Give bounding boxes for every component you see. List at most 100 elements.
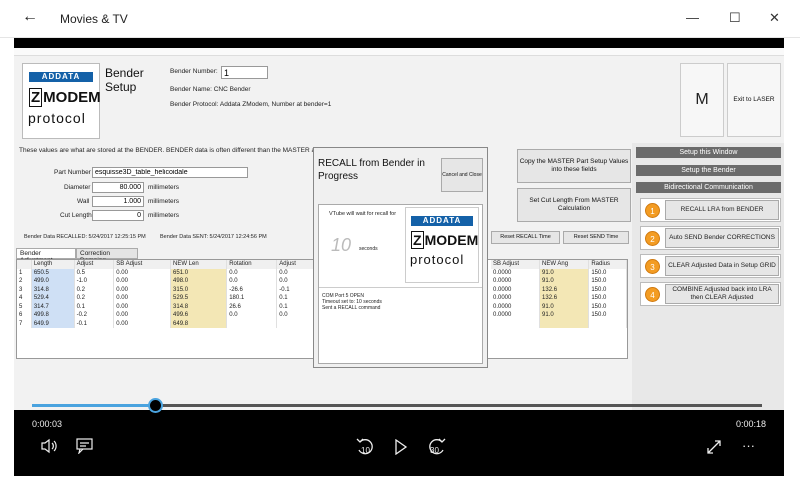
grid-cell: 0.00 [113,268,172,277]
grid-cell: 0.0 [226,311,278,320]
grid-cell: 529.4 [31,294,75,303]
grid-cell: 150.0 [588,285,627,294]
log-line: COM Port 5 OPEN [322,293,364,299]
grid-cell: 314.7 [31,302,75,311]
wait-text: VTube will wait for recall for [329,211,397,217]
grid-right: SB Adjust NEW Ang Radius 0.0000 91.0 150.0 0.0… [491,260,627,328]
grid-cell: -1.0 [74,277,115,286]
table-row: 0.0000 91.0 150.0 [491,302,627,311]
logo-protocol: protocol [28,110,86,126]
grid-left: Length Adjust SB Adjust NEW Len Rotation Adju… [17,260,317,328]
grid-cell: 0.0 [226,277,278,286]
copy-master-button[interactable]: Copy the MASTER Part Setup Values into t… [517,149,631,183]
combine-button[interactable]: COMBINE Adjusted back into LRA then CLEA… [665,284,779,304]
grid-cell: 315.0 [170,285,228,294]
grid-header: Radius [588,260,627,269]
setup-bender-header[interactable]: Setup the Bender [636,165,781,176]
maximize-button[interactable]: ☐ [729,10,741,26]
addata-logo: ADDATA Z MODEM protocol [22,63,101,139]
tab-correction-damping[interactable]: Correction Damping [76,248,138,264]
grid-cell: 649.8 [170,319,228,328]
grid-cell: 499.8 [31,311,75,320]
seek-progress [32,404,157,407]
seconds-label: seconds [359,246,378,252]
grid-cell: 314.8 [170,302,228,311]
grid-cell: 0.00 [113,302,172,311]
reset-send-button[interactable]: Reset SEND Time [563,231,629,244]
grid-cell: 0.00 [113,294,172,303]
grid-cell: 0.2 [74,285,115,294]
wall-field[interactable] [92,196,144,207]
wall-unit: millimeters [148,198,180,205]
set-cut-length-button[interactable]: Set Cut Length From MASTER Calculation [517,188,631,222]
grid-cell: 499.6 [170,311,228,320]
grid-cell [491,319,541,328]
play-icon[interactable] [394,439,408,455]
app-topbar [14,48,784,56]
step-1-icon: 1 [645,203,660,218]
more-options-icon[interactable]: ··· [742,438,755,453]
bender-info-note: These values are what are stored at the … [19,147,323,154]
fullscreen-icon[interactable] [706,439,722,455]
diameter-label: Diameter [64,184,91,191]
m-indicator: M [680,63,724,137]
grid-header: NEW Ang [539,260,590,269]
grid-cell: 0.0000 [491,268,541,277]
skip-forward-label: 30 [430,446,439,455]
cut-length-unit: millimeters [148,212,180,219]
grid-cell: 529.5 [170,294,228,303]
setup-window-header[interactable]: Setup this Window [636,147,781,158]
grid-header: Adjust [276,260,317,269]
grid-cell: -26.6 [226,285,278,294]
grid-cell: 150.0 [588,302,627,311]
close-button[interactable]: ✕ [769,10,780,26]
captions-icon[interactable] [76,438,94,454]
grid-cell: 0.2 [74,294,115,303]
grid-cell [539,319,590,328]
tab-bender-adjustment[interactable]: Bender Adjustment [16,248,76,264]
grid-cell: 150.0 [588,277,627,286]
bender-protocol: Bender Protocol: Addata ZModem, Number a… [170,101,332,108]
grid-cell: 6 [17,311,32,320]
auto-send-button[interactable]: Auto SEND Bender CORRECTIONS [665,228,779,248]
bender-setup-title-2: Setup [105,80,137,94]
combine-row: 4 COMBINE Adjusted back into LRA then CLE… [640,282,781,306]
exit-to-laser-button[interactable]: Exit to LASER [727,63,781,137]
window-titlebar: ← Movies & TV — ☐ ✕ [0,0,800,38]
grid-cell: 498.0 [170,277,228,286]
grid-cell: 0.00 [113,277,172,286]
clear-adjusted-button[interactable]: CLEAR Adjusted Data in Setup GRID [665,256,779,276]
volume-icon[interactable] [40,438,60,454]
table-row: 0.0000 132.6 150.0 [491,294,627,303]
grid-cell: 0.0 [226,268,278,277]
time-total: 0:00:18 [736,419,767,429]
dialog-title: RECALL from Bender in Progress [318,158,425,182]
clear-row: 3 CLEAR Adjusted Data in Setup GRID [640,254,781,278]
cut-length-field[interactable] [92,210,144,221]
grid-cell: 0.0000 [491,302,541,311]
back-arrow-icon[interactable]: ← [22,8,38,26]
diameter-field[interactable] [92,182,144,193]
table-row: 0.0000 132.6 150.0 [491,285,627,294]
reset-recall-button[interactable]: Reset RECALL Time [491,231,560,244]
grid-cell: -0.1 [74,319,115,328]
recall-lra-button[interactable]: RECALL LRA from BENDER [665,200,779,220]
part-number-field[interactable] [92,167,248,178]
seek-handle[interactable] [148,398,164,413]
grid-cell: 91.0 [539,268,590,277]
cancel-close-button[interactable]: Cancel and Close [441,158,483,192]
bender-number-stepper[interactable] [221,66,268,79]
step-4-icon: 4 [645,287,660,302]
grid-cell [226,319,278,328]
part-number-label: Part Number [54,169,91,176]
grid-cell: 650.5 [31,268,75,277]
grid-cell: 651.0 [170,268,228,277]
dialog-log: COM Port 5 OPEN Timeout set to: 10 secon… [319,287,482,363]
minimize-button[interactable]: — [686,10,699,25]
grid-cell: 0.5 [74,268,115,277]
diameter-unit: millimeters [148,184,180,191]
grid-cell: 7 [17,319,32,328]
grid-cell: 91.0 [539,277,590,286]
grid-cell: -0.1 [276,285,317,294]
grid-cell: 4 [17,294,32,303]
